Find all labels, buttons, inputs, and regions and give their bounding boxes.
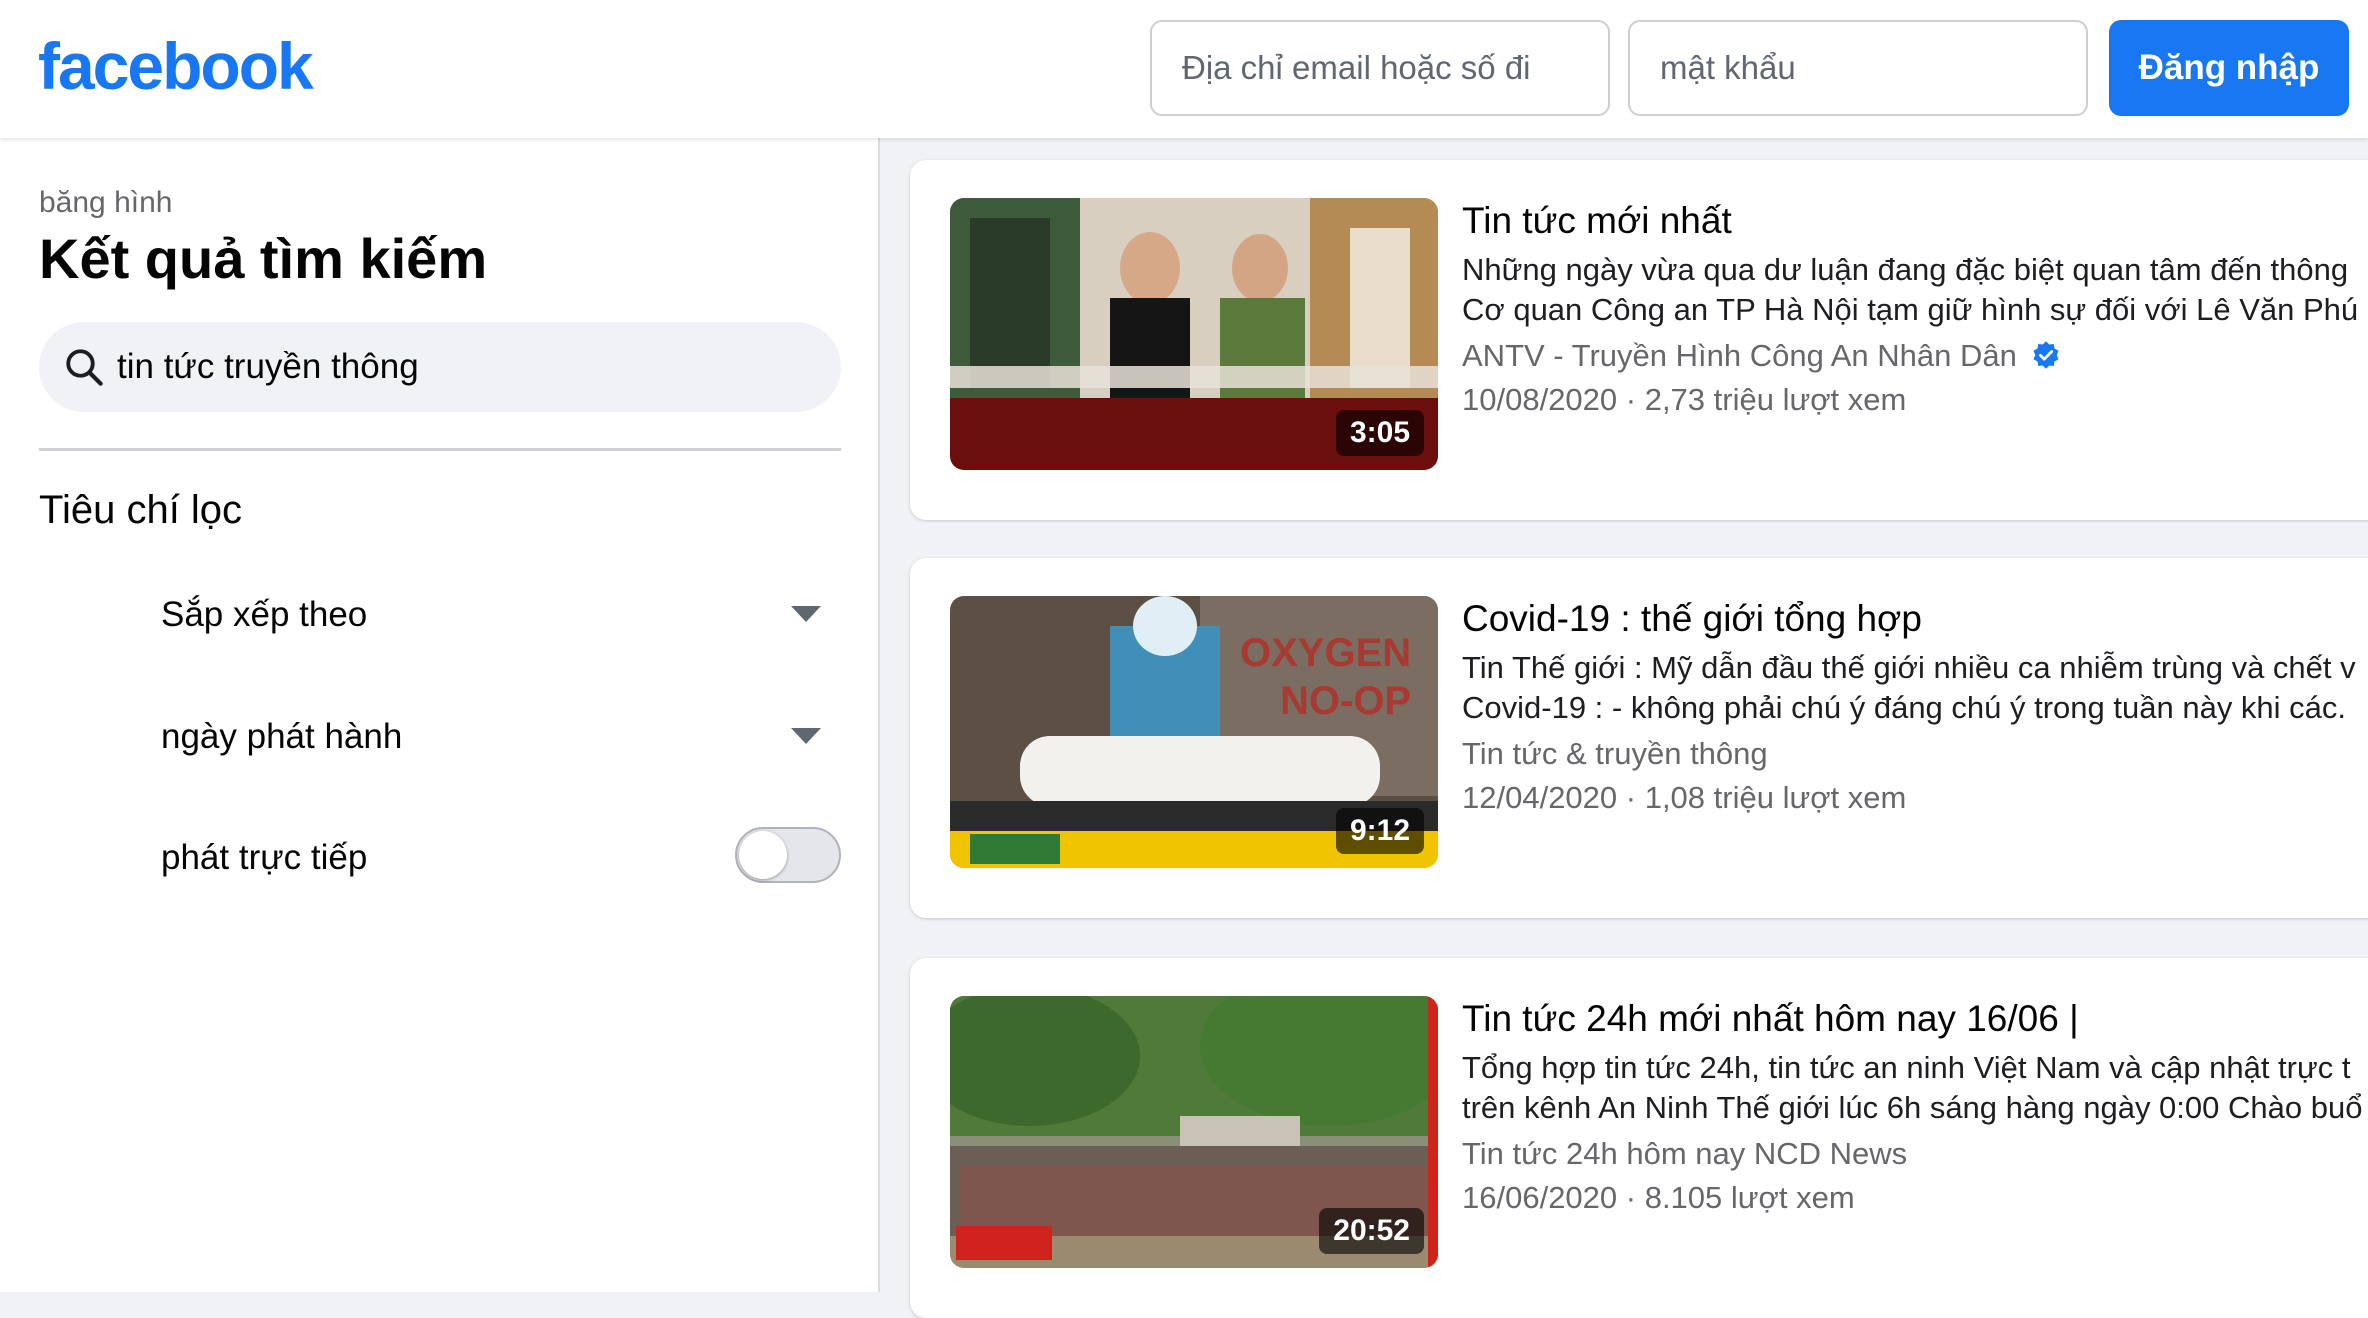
video-description: Tin Thế giới : Mỹ dẫn đầu thế giới nhiều… (1462, 650, 2356, 685)
channel-name[interactable]: ANTV - Truyền Hình Công An Nhân Dân (1462, 338, 2017, 373)
video-thumbnail[interactable]: OXYGEN NO-OP 9:12 (950, 596, 1438, 868)
top-bar: facebook Địa chỉ email hoặc số đi mật kh… (0, 0, 2368, 138)
video-result[interactable]: 3:05 Tin tức mới nhất Những ngày vừa qua… (910, 160, 2368, 520)
filters-title: Tiêu chí lọc (39, 488, 243, 532)
video-description: Cơ quan Công an TP Hà Nội tạm giữ hình s… (1462, 292, 2368, 327)
breadcrumb[interactable]: băng hình (39, 186, 172, 220)
password-input[interactable]: mật khẩu (1628, 20, 2088, 116)
video-info: Tin tức mới nhất Những ngày vừa qua dư l… (1462, 198, 2368, 420)
video-description: Những ngày vừa qua dư luận đang đặc biệt… (1462, 252, 2349, 287)
chevron-down-icon[interactable] (791, 728, 821, 744)
video-duration: 20:52 (1319, 1208, 1424, 1254)
divider (39, 448, 841, 451)
filter-label: phát trực tiếp (161, 838, 368, 877)
channel-name[interactable]: Tin tức 24h hôm nay NCD News (1462, 1134, 2362, 1174)
video-result[interactable]: OXYGEN NO-OP 9:12 Covid-19 : thế giới tổ… (910, 558, 2368, 918)
video-meta: 12/04/2020 · 1,08 triệu lượt xem (1462, 780, 1907, 815)
video-result[interactable]: 20:52 Tin tức 24h mới nhất hôm nay 16/06… (910, 958, 2368, 1318)
video-duration: 3:05 (1335, 410, 1424, 456)
search-icon (66, 349, 103, 386)
filter-label: Sắp xếp theo (161, 595, 368, 634)
facebook-logo[interactable]: facebook (38, 28, 314, 104)
email-input[interactable]: Địa chỉ email hoặc số đi (1150, 20, 1610, 116)
video-meta: 10/08/2020 · 2,73 triệu lượt xem (1462, 382, 1907, 417)
filter-label: ngày phát hành (161, 717, 403, 756)
sort-by-filter[interactable]: Sắp xếp theo (161, 580, 841, 650)
login-button[interactable]: Đăng nhập (2109, 20, 2349, 116)
svg-text:OXYGEN: OXYGEN (1240, 631, 1411, 675)
video-title[interactable]: Tin tức 24h mới nhất hôm nay 16/06 | (1462, 996, 2362, 1042)
video-description: Tổng hợp tin tức 24h, tin tức an ninh Vi… (1462, 1050, 2351, 1085)
live-filter: phát trực tiếp (161, 823, 841, 893)
search-sidebar: băng hình Kết quả tìm kiếm tin tức truyề… (0, 138, 880, 1292)
page-title: Kết quả tìm kiếm (39, 227, 488, 290)
video-description: trên kênh An Ninh Thế giới lúc 6h sáng h… (1462, 1090, 2363, 1125)
chevron-down-icon[interactable] (791, 606, 821, 622)
toggle-knob (739, 831, 787, 879)
verified-badge-icon (2033, 341, 2059, 369)
release-date-filter[interactable]: ngày phát hành (161, 702, 841, 772)
live-toggle[interactable] (735, 827, 841, 883)
video-duration: 9:12 (1335, 808, 1424, 854)
video-thumbnail[interactable]: 20:52 (950, 996, 1438, 1268)
video-title[interactable]: Covid-19 : thế giới tổng hợp (1462, 596, 2362, 642)
svg-text:NO-OP: NO-OP (1280, 679, 1411, 723)
video-title[interactable]: Tin tức mới nhất (1462, 198, 2362, 244)
video-meta: 16/06/2020 · 8.105 lượt xem (1462, 1180, 1855, 1215)
search-query: tin tức truyền thông (117, 347, 419, 386)
video-info: Tin tức 24h mới nhất hôm nay 16/06 | Tổn… (1462, 996, 2362, 1218)
channel-name[interactable]: Tin tức & truyền thông (1462, 734, 2362, 774)
video-thumbnail[interactable]: 3:05 (950, 198, 1438, 470)
video-info: Covid-19 : thế giới tổng hợp Tin Thế giớ… (1462, 596, 2362, 818)
video-description: Covid-19 : - không phải chú ý đáng chú ý… (1462, 690, 2347, 725)
search-input[interactable]: tin tức truyền thông (39, 322, 841, 412)
channel-name-row: ANTV - Truyền Hình Công An Nhân Dân (1462, 336, 2362, 376)
